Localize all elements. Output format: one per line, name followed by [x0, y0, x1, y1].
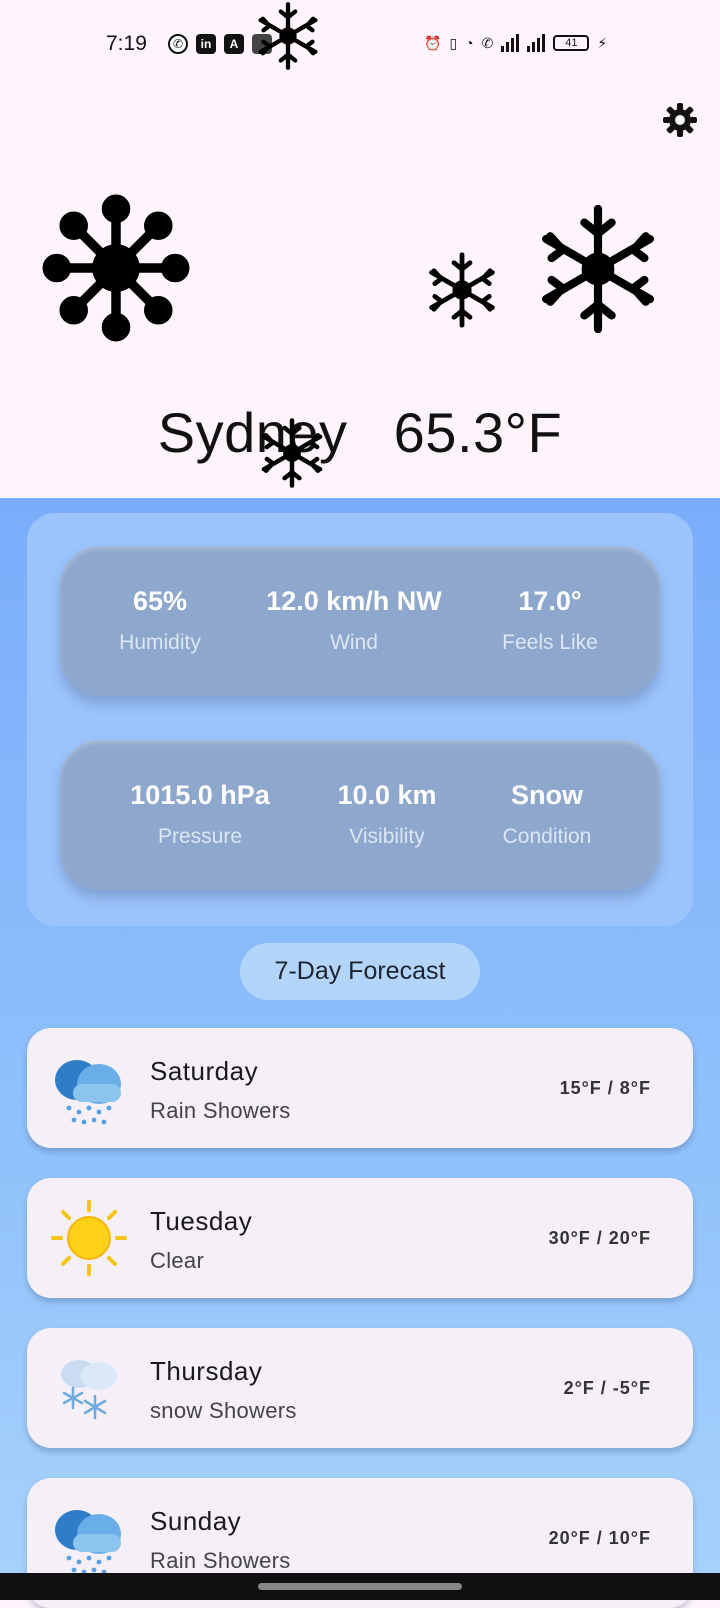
forecast-day-condition: Clear	[150, 1248, 205, 1273]
feels-like-stat: 17.0° Feels Like	[450, 546, 650, 655]
snowflake-decor-5	[254, 416, 330, 490]
forecast-day-card[interactable]: Saturday Rain Showers 15°F / 8°F	[27, 1028, 693, 1148]
alarm-icon: ⏰	[424, 34, 442, 51]
forecast-day-temps: 2°F / -5°F	[563, 1378, 651, 1398]
status-time: 7:19	[106, 32, 147, 55]
forecast-day-condition: snow Showers	[150, 1398, 297, 1423]
settings-gear-icon[interactable]	[662, 102, 698, 138]
rain-cloud-icon	[55, 1510, 121, 1575]
signal-icon-2	[527, 34, 546, 52]
app-a-icon: A	[224, 34, 244, 54]
humidity-value: 65%	[132, 586, 188, 616]
forecast-day-temps: 20°F / 10°F	[548, 1528, 651, 1548]
snowflake-decor-3	[416, 250, 508, 330]
wifi-icon: ◔	[465, 35, 474, 51]
stats-card-1: 65% Humidity 12.0 km/h NW Wind 17.0° Fee…	[60, 546, 660, 696]
current-temperature: 65.3°F	[393, 401, 563, 464]
forecast-day-temps: 15°F / 8°F	[559, 1078, 651, 1098]
condition-label: Condition	[502, 825, 592, 848]
wind-stat: 12.0 km/h NW Wind	[254, 546, 454, 655]
forecast-title: 7-Day Forecast	[240, 943, 480, 1000]
forecast-day-card[interactable]: Tuesday Clear 30°F / 20°F	[27, 1178, 693, 1298]
snowflake-decor-1	[248, 0, 328, 72]
wind-label: Wind	[330, 631, 378, 654]
linkedin-icon: in	[196, 34, 216, 54]
sun-icon	[51, 1200, 127, 1276]
signal-icon	[501, 34, 520, 52]
header-area: 7:19 ✆ in A ⏰ ▯ ◔ ✆ 41 ⚡ Sydney 65.3°F	[0, 0, 720, 498]
forecast-day-condition: Rain Showers	[150, 1548, 291, 1573]
forecast-day-name: Sunday	[150, 1506, 242, 1536]
condition-value: Snow	[511, 780, 583, 810]
whatsapp-icon: ✆	[168, 34, 188, 54]
vibrate-icon: ▯	[449, 34, 458, 51]
rain-cloud-icon	[55, 1060, 121, 1125]
forecast-day-name: Saturday	[150, 1056, 259, 1086]
forecast-day-card[interactable]: Thursday snow Showers 2°F / -5°F	[27, 1328, 693, 1448]
humidity-stat: 65% Humidity	[60, 546, 260, 655]
snowflake-decor-2	[38, 194, 194, 342]
wind-value: 12.0 km/h NW	[266, 586, 442, 616]
location-temperature: Sydney 65.3°F	[0, 400, 720, 465]
condition-stat: Snow Condition	[447, 740, 647, 849]
feels-like-label: Feels Like	[502, 631, 598, 654]
home-gesture-handle[interactable]	[258, 1583, 462, 1590]
snow-cloud-icon	[61, 1360, 117, 1420]
pressure-value: 1015.0 hPa	[130, 780, 270, 810]
pressure-stat: 1015.0 hPa Pressure	[100, 740, 300, 849]
charging-icon: ⚡	[597, 34, 608, 51]
forecast-day-name: Thursday	[150, 1356, 263, 1386]
forecast-day-name: Tuesday	[150, 1206, 253, 1236]
battery-icon: 41	[553, 35, 590, 51]
pressure-label: Pressure	[157, 825, 243, 848]
navigation-bar	[0, 1573, 720, 1600]
feels-like-value: 17.0°	[518, 586, 582, 616]
status-indicators: ⏰ ▯ ◔ ✆ 41 ⚡	[424, 34, 607, 52]
forecast-day-temps: 30°F / 20°F	[548, 1228, 651, 1248]
call-icon: ✆	[481, 34, 494, 51]
humidity-label: Humidity	[119, 631, 201, 654]
snowflake-decor-4	[528, 204, 668, 334]
forecast-day-condition: Rain Showers	[150, 1098, 291, 1123]
stats-card-2: 1015.0 hPa Pressure 10.0 km Visibility S…	[60, 740, 660, 890]
